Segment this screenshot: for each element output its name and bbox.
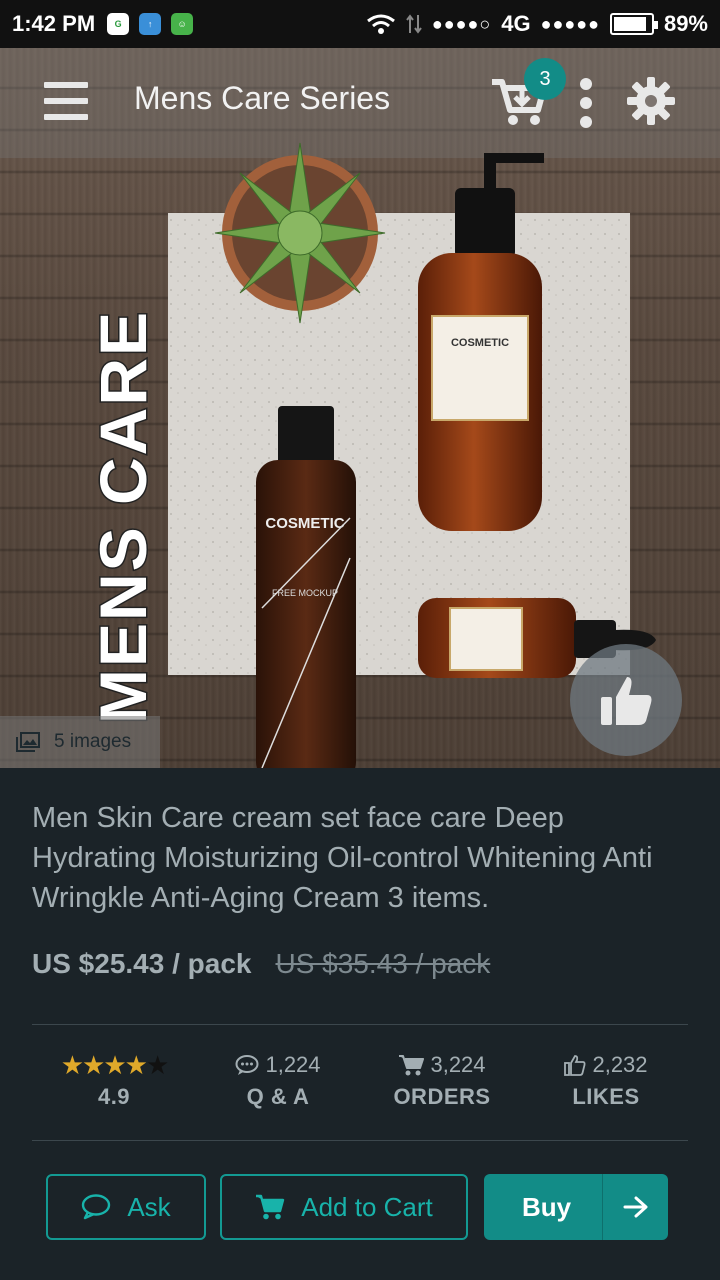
- likes-stat[interactable]: 2,232 LIKES: [524, 1048, 688, 1128]
- more-vertical-icon[interactable]: [576, 78, 596, 128]
- thumbs-up-small-icon: [564, 1055, 586, 1076]
- page-title: Mens Care Series: [134, 80, 391, 116]
- ask-button-label: Ask: [127, 1191, 171, 1222]
- status-bar: 1:42 PM G ↑ ☺ ●●●●○ 4G ●●●●● 89%: [0, 0, 720, 48]
- bottle-sublabel-text: FREE MOCKUP: [272, 588, 338, 598]
- image-count-label: 5 images: [54, 731, 132, 752]
- rating-stat[interactable]: ★★★★★ 4.9: [32, 1048, 196, 1128]
- thumbs-up-icon: [601, 677, 652, 725]
- original-price: US $35.43 / pack: [275, 948, 491, 979]
- orders-count: 3,224: [430, 1052, 486, 1077]
- divider-bottom: [32, 1140, 688, 1141]
- image-gallery-chip[interactable]: 5 images: [0, 716, 160, 768]
- bottle-label-2-text: COSMETIC: [265, 515, 344, 532]
- signal-dots-2-icon: ●●●●●: [540, 13, 600, 34]
- bottle-label-text: COSMETIC: [451, 337, 509, 349]
- likes-count: 2,232: [592, 1052, 648, 1077]
- star-filled-icon: ★: [82, 1049, 105, 1080]
- gear-icon[interactable]: [626, 76, 676, 126]
- product-info-panel: Men Skin Care cream set face care Deep H…: [0, 768, 720, 1280]
- upload-app-icon: ↑: [139, 13, 162, 35]
- star-filled-icon: ★: [103, 1049, 126, 1080]
- cart-add-icon: [256, 1194, 285, 1220]
- grab-app-icon: G: [107, 13, 130, 35]
- rating-value: 4.9: [97, 1084, 131, 1109]
- buy-button[interactable]: Buy: [484, 1174, 668, 1240]
- qa-count: 1,224: [265, 1052, 321, 1077]
- star-empty-icon: ★: [145, 1049, 169, 1080]
- status-time: 1:42 PM: [12, 11, 96, 36]
- cart-small-icon: [399, 1055, 425, 1076]
- images-icon: [16, 732, 40, 752]
- comment-icon: [235, 1055, 259, 1075]
- network-type: 4G: [501, 11, 531, 36]
- current-price: US $25.43 / pack: [32, 948, 252, 979]
- product-description: Men Skin Care cream set face care Deep H…: [32, 802, 653, 914]
- divider-top: [32, 1024, 688, 1025]
- app-bar: Mens Care Series: [0, 48, 720, 156]
- hero-vertical-title: MENS CARE: [86, 310, 160, 724]
- cart-count-badge: 3: [524, 58, 566, 100]
- likes-label: LIKES: [572, 1084, 640, 1109]
- chat-bubble-icon: [82, 1194, 111, 1220]
- battery-icon: [609, 13, 658, 35]
- like-button[interactable]: [570, 644, 682, 756]
- android-app-icon: ☺: [171, 13, 194, 35]
- orders-stat[interactable]: 3,224 ORDERS: [360, 1048, 524, 1128]
- qa-label: Q & A: [246, 1084, 310, 1109]
- add-to-cart-button[interactable]: Add to Cart: [220, 1174, 468, 1240]
- product-stats: ★★★★★ 4.9 1,224 Q & A 3,224 ORDERS 2,232…: [32, 1048, 688, 1128]
- action-buttons: Ask Add to Cart Buy: [46, 1174, 670, 1240]
- rating-stars: ★★★★★: [32, 1048, 196, 1082]
- ask-button[interactable]: Ask: [46, 1174, 206, 1240]
- star-filled-icon: ★: [124, 1049, 148, 1080]
- wifi-icon: [366, 14, 395, 34]
- battery-percent: 89%: [663, 11, 708, 36]
- arrow-right-icon: [602, 1174, 668, 1240]
- buy-button-label: Buy: [522, 1191, 572, 1222]
- add-to-cart-label: Add to Cart: [301, 1191, 433, 1222]
- menu-icon[interactable]: [44, 82, 88, 120]
- star-filled-icon: ★: [60, 1049, 84, 1080]
- data-transfer-icon: [406, 14, 422, 34]
- orders-label: ORDERS: [393, 1084, 491, 1109]
- signal-dots-icon: ●●●●○: [431, 13, 492, 34]
- price-row: US $25.43 / pack US $35.43 / pack: [32, 948, 490, 980]
- qa-stat[interactable]: 1,224 Q & A: [196, 1048, 360, 1128]
